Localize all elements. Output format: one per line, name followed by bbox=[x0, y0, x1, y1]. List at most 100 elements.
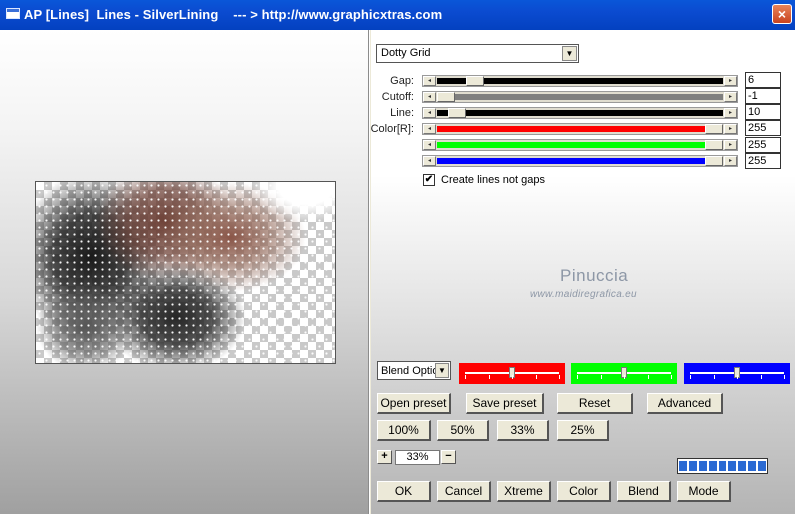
scroll-left-icon[interactable]: ◂ bbox=[423, 76, 436, 86]
blend-options-dropdown[interactable]: Blend Options ▼ bbox=[377, 361, 451, 380]
scroll-left-icon[interactable]: ◂ bbox=[423, 156, 436, 166]
slider-tick bbox=[713, 375, 715, 379]
progress-segment bbox=[679, 461, 687, 471]
red-blend-slider[interactable] bbox=[459, 363, 565, 384]
slider-thumb[interactable] bbox=[705, 124, 723, 134]
line-value-field[interactable]: 10 bbox=[745, 104, 781, 120]
slider-line[interactable]: ◂ ▸ bbox=[422, 107, 738, 119]
save-preset-button[interactable]: Save preset bbox=[466, 393, 544, 414]
scroll-right-icon[interactable]: ▸ bbox=[724, 140, 737, 150]
blend-button[interactable]: Blend bbox=[617, 481, 671, 502]
scroll-right-icon[interactable]: ▸ bbox=[724, 92, 737, 102]
slider-cutoff[interactable]: ◂ ▸ bbox=[422, 91, 738, 103]
blend-options-value: Blend Options bbox=[381, 365, 435, 377]
mode-button[interactable]: Mode bbox=[677, 481, 731, 502]
slider-fill bbox=[437, 142, 723, 148]
slider-thumb[interactable] bbox=[705, 156, 723, 166]
close-button[interactable]: × bbox=[772, 4, 792, 24]
reset-button[interactable]: Reset bbox=[557, 393, 633, 414]
slider-color-blue[interactable]: ◂ ▸ bbox=[422, 155, 738, 167]
chevron-down-icon[interactable]: ▼ bbox=[562, 46, 577, 61]
slider-fill bbox=[437, 110, 723, 116]
slider-color-green[interactable]: ◂ ▸ bbox=[422, 139, 738, 151]
cancel-button[interactable]: Cancel bbox=[437, 481, 491, 502]
scroll-right-icon[interactable]: ▸ bbox=[724, 76, 737, 86]
slider-tick bbox=[488, 375, 490, 379]
zoom-50-button[interactable]: 50% bbox=[437, 420, 489, 441]
slider-tick bbox=[577, 375, 578, 379]
slider-fill bbox=[437, 158, 723, 164]
slider-tick bbox=[760, 375, 762, 379]
slider-tick bbox=[737, 375, 738, 379]
zoom-level-field[interactable]: 33% bbox=[395, 450, 440, 465]
slider-tick bbox=[535, 375, 537, 379]
slider-tick bbox=[465, 375, 466, 379]
slider-thumb[interactable] bbox=[437, 92, 455, 102]
color-green-value-field[interactable]: 255 bbox=[745, 137, 781, 153]
slider-tick bbox=[600, 375, 602, 379]
cutoff-value-field[interactable]: -1 bbox=[745, 88, 781, 104]
scroll-left-icon[interactable]: ◂ bbox=[423, 92, 436, 102]
progress-segment bbox=[748, 461, 757, 471]
scroll-left-icon[interactable]: ◂ bbox=[423, 124, 436, 134]
slider-tick bbox=[784, 375, 785, 379]
progress-segment bbox=[728, 461, 737, 471]
slider-tick bbox=[647, 375, 649, 379]
slider-tick bbox=[512, 375, 513, 379]
create-lines-checkbox[interactable]: ✔ bbox=[423, 174, 435, 186]
scroll-left-icon[interactable]: ◂ bbox=[423, 140, 436, 150]
color-button[interactable]: Color bbox=[557, 481, 611, 502]
progress-segment bbox=[708, 461, 717, 471]
watermark-url: www.maidiregrafica.eu bbox=[530, 289, 637, 300]
scroll-left-icon[interactable]: ◂ bbox=[423, 108, 436, 118]
xtreme-button[interactable]: Xtreme bbox=[497, 481, 551, 502]
zoom-33-button[interactable]: 33% bbox=[497, 420, 549, 441]
preview-image[interactable] bbox=[35, 181, 336, 364]
zoom-100-button[interactable]: 100% bbox=[377, 420, 431, 441]
blue-blend-slider[interactable] bbox=[684, 363, 790, 384]
param-label-cutoff: Cutoff: bbox=[381, 91, 414, 103]
zoom-out-button[interactable]: − bbox=[441, 450, 456, 464]
progress-segment bbox=[688, 461, 697, 471]
slider-gap[interactable]: ◂ ▸ bbox=[422, 75, 738, 87]
param-label-gap: Gap: bbox=[390, 75, 414, 87]
slider-tick bbox=[690, 375, 691, 379]
scroll-right-icon[interactable]: ▸ bbox=[724, 124, 737, 134]
zoom-in-button[interactable]: + bbox=[377, 450, 392, 464]
progress-segment bbox=[718, 461, 727, 471]
progress-segment bbox=[738, 461, 747, 471]
param-label-line: Line: bbox=[390, 107, 414, 119]
slider-fill bbox=[437, 126, 723, 132]
window-title: AP [Lines] Lines - SilverLining --- > ht… bbox=[24, 7, 443, 22]
slider-tick bbox=[671, 375, 672, 379]
scroll-right-icon[interactable]: ▸ bbox=[724, 108, 737, 118]
progress-segment bbox=[758, 461, 767, 471]
create-lines-label: Create lines not gaps bbox=[441, 174, 545, 186]
preset-dropdown-value: Dotty Grid bbox=[381, 47, 431, 59]
advanced-button[interactable]: Advanced bbox=[647, 393, 723, 414]
ok-button[interactable]: OK bbox=[377, 481, 431, 502]
progress-segment bbox=[698, 461, 707, 471]
slider-thumb[interactable] bbox=[705, 140, 723, 150]
slider-tick bbox=[624, 375, 625, 379]
zoom-25-button[interactable]: 25% bbox=[557, 420, 609, 441]
slider-color-red[interactable]: ◂ ▸ bbox=[422, 123, 738, 135]
slider-thumb[interactable] bbox=[447, 108, 466, 118]
open-preset-button[interactable]: Open preset bbox=[377, 393, 451, 414]
scroll-right-icon[interactable]: ▸ bbox=[724, 156, 737, 166]
green-blend-slider[interactable] bbox=[571, 363, 677, 384]
slider-thumb[interactable] bbox=[466, 76, 485, 86]
color-blue-value-field[interactable]: 255 bbox=[745, 153, 781, 169]
title-bar: AP [Lines] Lines - SilverLining --- > ht… bbox=[0, 0, 795, 30]
dot-grid-overlay bbox=[36, 182, 335, 363]
window-app-icon bbox=[6, 8, 20, 19]
watermark-name: Pinuccia bbox=[560, 266, 629, 285]
gap-value-field[interactable]: 6 bbox=[745, 72, 781, 88]
chevron-down-icon[interactable]: ▼ bbox=[435, 363, 449, 378]
slider-fill bbox=[437, 94, 723, 100]
color-red-value-field[interactable]: 255 bbox=[745, 120, 781, 136]
progress-bar bbox=[677, 458, 768, 474]
slider-tick bbox=[559, 375, 560, 379]
param-label-color: Color[R]: bbox=[370, 123, 414, 135]
preset-dropdown[interactable]: Dotty Grid ▼ bbox=[376, 44, 579, 63]
